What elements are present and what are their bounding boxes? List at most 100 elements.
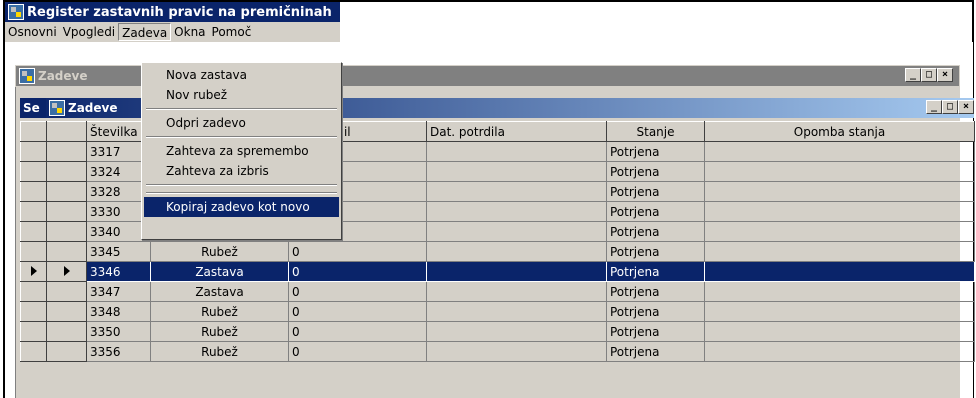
cell-dat-potrdila[interactable] xyxy=(426,261,607,282)
minimize-button[interactable]: _ xyxy=(926,100,942,114)
cell-dat-potrdila[interactable] xyxy=(426,321,607,342)
maximize-button[interactable]: □ xyxy=(942,100,958,114)
menu-item-nov-rubez[interactable]: Nov rubež xyxy=(144,85,339,105)
cell-opomba-stanja[interactable] xyxy=(704,201,975,222)
row-selector[interactable] xyxy=(46,201,87,222)
cell-stanje[interactable]: Potrjena xyxy=(606,301,705,322)
cell-vrsta[interactable]: Zastava xyxy=(150,281,289,302)
cell-vrsta[interactable]: Rubež xyxy=(150,301,289,322)
row-selector[interactable] xyxy=(46,321,87,342)
row-selector[interactable] xyxy=(20,241,47,262)
cell-dat-potrdila[interactable] xyxy=(426,201,607,222)
menu-item-kopiraj-zadevo-kot-novo[interactable]: Kopiraj zadevo kot novo xyxy=(144,197,339,217)
row-selector[interactable] xyxy=(20,161,47,182)
row-selector[interactable] xyxy=(20,181,47,202)
row-selector[interactable] xyxy=(46,161,87,182)
cell-stevilka[interactable]: 3350 xyxy=(86,321,151,342)
cell-stanje[interactable]: Potrjena xyxy=(606,261,705,282)
cell-opomba-stanja[interactable] xyxy=(704,341,975,362)
column-header-stanje[interactable]: Stanje xyxy=(606,121,705,142)
row-selector[interactable] xyxy=(46,181,87,202)
cell-stanje[interactable]: Potrjena xyxy=(606,241,705,262)
cell-stanje[interactable]: Potrjena xyxy=(606,321,705,342)
cell-stanje[interactable]: Potrjena xyxy=(606,181,705,202)
row-selector[interactable] xyxy=(20,221,47,242)
cell-dat-potrdila[interactable] xyxy=(426,141,607,162)
row-selector[interactable] xyxy=(20,321,47,342)
cell-opomba-stanja[interactable] xyxy=(704,221,975,242)
cell-vrsta[interactable]: Rubež xyxy=(150,321,289,342)
cell-st-potrdil[interactable]: 0 xyxy=(288,241,427,262)
cell-dat-potrdila[interactable] xyxy=(426,341,607,362)
cell-dat-potrdila[interactable] xyxy=(426,301,607,322)
table-row[interactable]: 3345 Rubež 0 Potrjena xyxy=(20,241,975,262)
menu-vpogledi[interactable]: Vpogledi xyxy=(60,23,118,41)
cell-opomba-stanja[interactable] xyxy=(704,161,975,182)
menu-item-zahteva-za-spremembo[interactable]: Zahteva za spremembo xyxy=(144,141,339,161)
menu-item-nova-zastava[interactable]: Nova zastava xyxy=(144,65,339,85)
row-selector[interactable] xyxy=(20,141,47,162)
cell-st-potrdil[interactable]: 0 xyxy=(288,281,427,302)
table-row[interactable]: 3356 Rubež 0 Potrjena xyxy=(20,341,975,362)
cell-opomba-stanja[interactable] xyxy=(704,181,975,202)
cell-stevilka[interactable]: 3348 xyxy=(86,301,151,322)
cell-dat-potrdila[interactable] xyxy=(426,161,607,182)
cell-opomba-stanja[interactable] xyxy=(704,281,975,302)
cell-opomba-stanja[interactable] xyxy=(704,301,975,322)
menu-zadeva[interactable]: Zadeva xyxy=(118,23,172,41)
cell-dat-potrdila[interactable] xyxy=(426,241,607,262)
row-selector[interactable] xyxy=(20,281,47,302)
minimize-button[interactable]: _ xyxy=(905,68,921,82)
menu-item-odpri-zadevo[interactable]: Odpri zadevo xyxy=(144,113,339,133)
cell-stevilka[interactable]: 3347 xyxy=(86,281,151,302)
close-button[interactable]: × xyxy=(958,100,974,114)
menu-osnovni[interactable]: Osnovni xyxy=(5,23,60,41)
maximize-button[interactable]: □ xyxy=(921,68,937,82)
table-row[interactable]: 3347 Zastava 0 Potrjena xyxy=(20,281,975,302)
row-selector[interactable] xyxy=(46,261,87,282)
row-selector[interactable] xyxy=(46,221,87,242)
cell-vrsta[interactable]: Zastava xyxy=(150,261,289,282)
row-selector[interactable] xyxy=(46,281,87,302)
cell-opomba-stanja[interactable] xyxy=(704,141,975,162)
cell-st-potrdil[interactable]: 0 xyxy=(288,341,427,362)
row-selector[interactable] xyxy=(20,301,47,322)
cell-opomba-stanja[interactable] xyxy=(704,321,975,342)
menu-okna[interactable]: Okna xyxy=(171,23,208,41)
row-selector-header[interactable] xyxy=(20,121,47,142)
cell-stevilka[interactable]: 3356 xyxy=(86,341,151,362)
close-button[interactable]: × xyxy=(937,68,953,82)
cell-stevilka[interactable]: 3345 xyxy=(86,241,151,262)
table-row[interactable]: 3346 Zastava 0 Potrjena xyxy=(20,261,975,282)
cell-stanje[interactable]: Potrjena xyxy=(606,341,705,362)
cell-dat-potrdila[interactable] xyxy=(426,281,607,302)
cell-st-potrdil[interactable]: 0 xyxy=(288,261,427,282)
cell-stevilka[interactable]: 3346 xyxy=(86,261,151,282)
cell-stanje[interactable]: Potrjena xyxy=(606,141,705,162)
cell-stanje[interactable]: Potrjena xyxy=(606,161,705,182)
row-selector[interactable] xyxy=(46,241,87,262)
cell-opomba-stanja[interactable] xyxy=(704,261,975,282)
cell-dat-potrdila[interactable] xyxy=(426,181,607,202)
column-header-opomba-stanja[interactable]: Opomba stanja xyxy=(704,121,975,142)
row-selector-header[interactable] xyxy=(46,121,87,142)
cell-stanje[interactable]: Potrjena xyxy=(606,281,705,302)
cell-opomba-stanja[interactable] xyxy=(704,241,975,262)
cell-vrsta[interactable]: Rubež xyxy=(150,241,289,262)
cell-stanje[interactable]: Potrjena xyxy=(606,201,705,222)
row-selector[interactable] xyxy=(46,141,87,162)
column-header-dat-potrdila[interactable]: Dat. potrdila xyxy=(426,121,607,142)
cell-dat-potrdila[interactable] xyxy=(426,221,607,242)
table-row[interactable]: 3350 Rubež 0 Potrjena xyxy=(20,321,975,342)
row-selector[interactable] xyxy=(20,341,47,362)
cell-st-potrdil[interactable]: 0 xyxy=(288,321,427,342)
menu-item-zahteva-za-izbris[interactable]: Zahteva za izbris xyxy=(144,161,339,181)
cell-vrsta[interactable]: Rubež xyxy=(150,341,289,362)
row-selector[interactable] xyxy=(20,261,47,282)
row-selector[interactable] xyxy=(46,301,87,322)
row-selector[interactable] xyxy=(46,341,87,362)
table-row[interactable]: 3348 Rubež 0 Potrjena xyxy=(20,301,975,322)
row-selector[interactable] xyxy=(20,201,47,222)
menu-pomoc[interactable]: Pomoč xyxy=(209,23,255,41)
cell-stanje[interactable]: Potrjena xyxy=(606,221,705,242)
